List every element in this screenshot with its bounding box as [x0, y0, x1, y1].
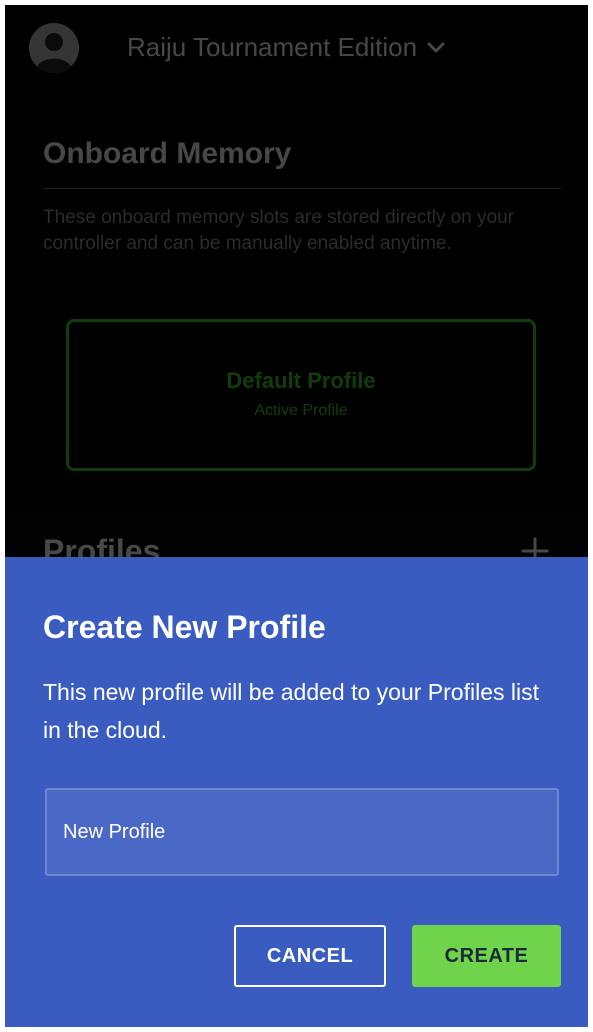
create-button[interactable]: CREATE	[412, 925, 561, 987]
profile-name: Default Profile	[226, 368, 376, 393]
app-screen: Raiju Tournament Edition Onboard Memory …	[5, 5, 588, 1027]
onboard-memory-title: Onboard Memory	[43, 137, 292, 170]
user-avatar-icon	[29, 23, 79, 73]
avatar[interactable]	[29, 23, 79, 73]
dialog-description: This new profile will be added to your P…	[43, 679, 540, 743]
cancel-button[interactable]: CANCEL	[234, 925, 386, 987]
device-name: Raiju Tournament Edition	[127, 31, 418, 62]
dialog-title: Create New Profile	[43, 609, 326, 645]
device-selector[interactable]: Raiju Tournament Edition	[127, 27, 447, 67]
default-profile-card[interactable]: Default Profile Active Profile	[66, 319, 536, 471]
chevron-down-icon	[427, 42, 445, 53]
create-profile-dialog: Create New Profile This new profile will…	[5, 557, 588, 1027]
profile-name-input[interactable]	[45, 788, 559, 876]
onboard-memory-description: These onboard memory slots are stored di…	[43, 207, 514, 254]
background-content: Raiju Tournament Edition Onboard Memory …	[5, 5, 588, 569]
section-divider	[43, 188, 561, 189]
profile-status: Active Profile	[254, 402, 348, 419]
